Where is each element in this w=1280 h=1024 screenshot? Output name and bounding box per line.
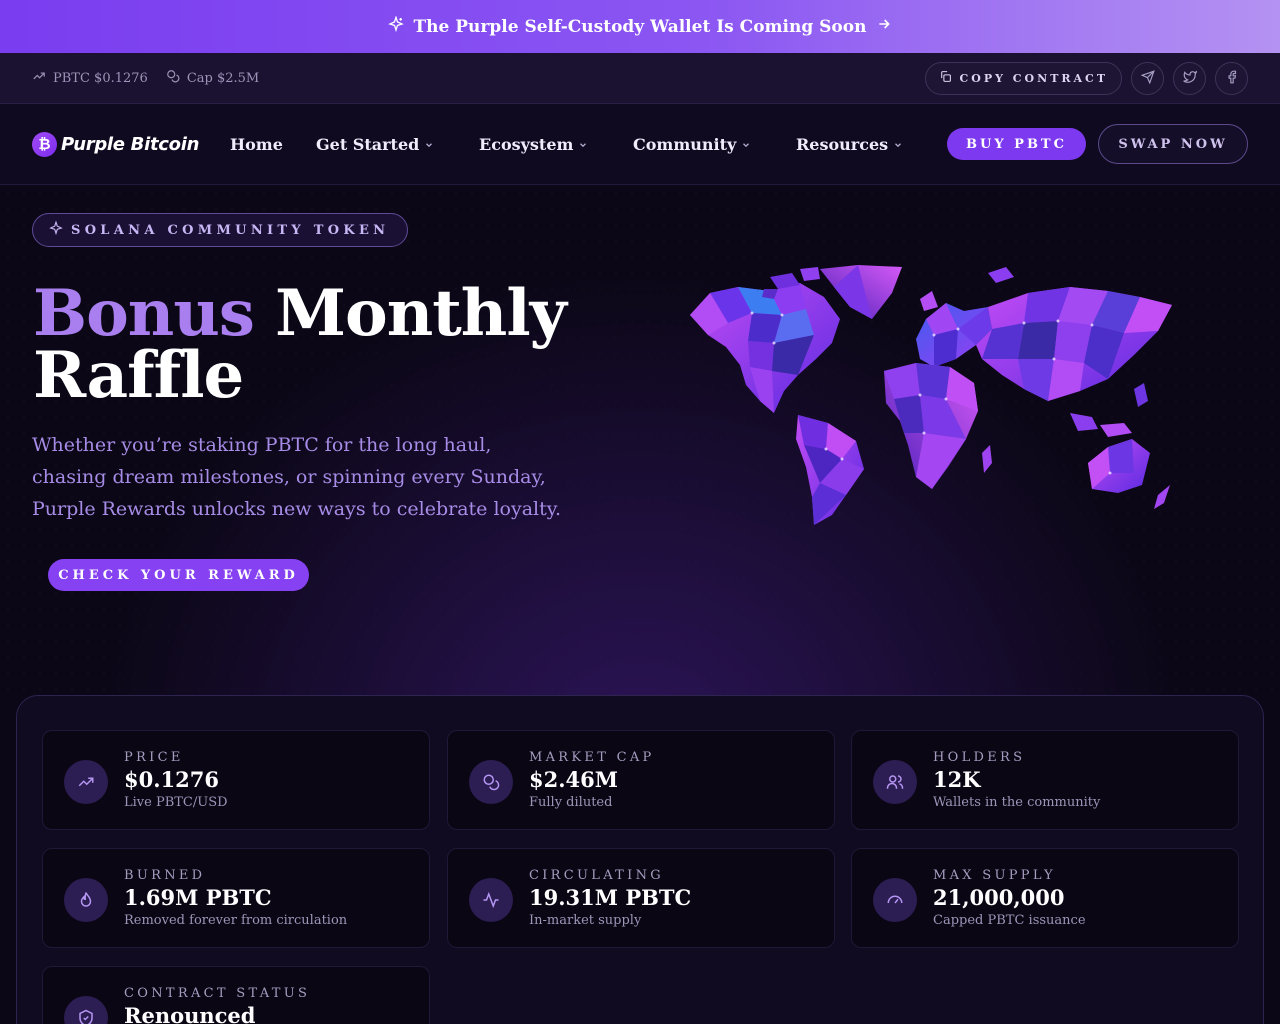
chevron-down-icon — [578, 135, 588, 154]
stat-value: 12K — [933, 767, 981, 792]
stat-subtext: Removed forever from circulation — [124, 913, 348, 928]
logo-text: Purple Bitcoin — [61, 133, 200, 155]
sparkle-icon — [49, 220, 63, 239]
nav-home[interactable]: Home — [230, 135, 283, 154]
shield-check-icon — [64, 996, 108, 1024]
stat-value: 1.69M PBTC — [124, 885, 272, 910]
stat-label: MARKET CAP — [529, 750, 655, 765]
stat-value: Renounced — [124, 1003, 256, 1024]
solana-token-badge: SOLANA COMMUNITY TOKEN — [32, 213, 409, 247]
price-ticker: PBTC $0.1276 — [32, 69, 148, 87]
facebook-icon — [1225, 69, 1239, 88]
headline-line2: Raffle — [33, 338, 244, 413]
stat-value: $2.46M — [529, 767, 619, 792]
stat-subtext: Capped PBTC issuance — [933, 913, 1086, 928]
coins-icon — [469, 760, 513, 804]
nav-community-label: Community — [633, 135, 737, 154]
stat-card-market-cap: MARKET CAP $2.46M Fully diluted — [447, 730, 835, 830]
stat-label: PRICE — [124, 750, 184, 765]
stat-label: BURNED — [124, 868, 206, 883]
stat-label: MAX SUPPLY — [933, 868, 1056, 883]
nav-home-label: Home — [230, 135, 283, 154]
nav-resources-label: Resources — [796, 135, 889, 154]
copy-contract-button[interactable]: COPY CONTRACT — [924, 61, 1122, 95]
stat-value: 21,000,000 — [933, 885, 1065, 910]
stat-value: 19.31M PBTC — [529, 885, 692, 910]
activity-icon — [469, 878, 513, 922]
buy-pbtc-button[interactable]: BUY PBTC — [947, 128, 1086, 160]
headline-rest: Monthly — [275, 276, 567, 351]
arrow-right-icon — [876, 16, 892, 37]
main-navigation: ₿ Purple Bitcoin Home Get Started Ecosys… — [0, 104, 1280, 185]
facebook-button[interactable] — [1215, 61, 1248, 95]
announcement-banner[interactable]: The Purple Self-Custody Wallet Is Coming… — [0, 0, 1280, 53]
stat-card-price: PRICE $0.1276 Live PBTC/USD — [42, 730, 430, 830]
sparkle-icon — [387, 15, 404, 37]
trending-up-icon — [64, 760, 108, 804]
chevron-down-icon — [424, 135, 434, 154]
telegram-button[interactable] — [1131, 61, 1164, 95]
swap-now-button[interactable]: SWAP NOW — [1098, 124, 1248, 164]
hero-section: SOLANA COMMUNITY TOKEN Bonus Monthly Raf… — [0, 185, 1280, 696]
hero-subtext: Whether you’re staking PBTC for the long… — [32, 434, 561, 520]
cap-ticker-text: Cap $2.5M — [186, 70, 260, 86]
stat-value: $0.1276 — [124, 767, 219, 792]
nav-get-started-label: Get Started — [316, 135, 420, 154]
users-icon — [873, 760, 917, 804]
flame-icon — [64, 878, 108, 922]
price-ticker-text: PBTC $0.1276 — [53, 70, 148, 86]
stat-subtext: Wallets in the community — [933, 795, 1101, 810]
stat-card-burned: BURNED 1.69M PBTC Removed forever from c… — [42, 848, 430, 948]
logo[interactable]: ₿ Purple Bitcoin — [32, 131, 200, 157]
stat-subtext: Fully diluted — [529, 795, 613, 810]
chevron-down-icon — [741, 135, 751, 154]
coins-icon — [166, 69, 180, 87]
twitter-button[interactable] — [1173, 61, 1206, 95]
stat-card-circulating: CIRCULATING 19.31M PBTC In-market supply — [447, 848, 835, 948]
gauge-icon — [873, 878, 917, 922]
telegram-icon — [1140, 69, 1155, 88]
stat-card-contract-status: CONTRACT STATUS Renounced — [42, 966, 430, 1024]
world-map-illustration — [690, 265, 1172, 525]
stat-label: CIRCULATING — [529, 868, 664, 883]
nav-community[interactable]: Community — [633, 135, 751, 154]
copy-icon — [939, 70, 952, 86]
check-reward-button[interactable]: CHECK YOUR REWARD — [48, 559, 309, 591]
nav-ecosystem[interactable]: Ecosystem — [479, 135, 588, 154]
trending-up-icon — [32, 69, 46, 87]
stat-subtext: Live PBTC/USD — [124, 795, 228, 810]
stat-label: HOLDERS — [933, 750, 1026, 765]
chevron-down-icon — [893, 135, 903, 154]
cap-ticker: Cap $2.5M — [166, 69, 259, 87]
nav-resources[interactable]: Resources — [796, 135, 903, 154]
token-stats-panel: PRICE $0.1276 Live PBTC/USD MARKET CAP $… — [16, 695, 1264, 1024]
twitter-icon — [1182, 69, 1197, 88]
copy-contract-label: COPY CONTRACT — [959, 71, 1108, 85]
badge-label: SOLANA COMMUNITY TOKEN — [71, 222, 390, 238]
hero-headline: Bonus Monthly Raffle — [33, 282, 593, 408]
stat-card-max-supply: MAX SUPPLY 21,000,000 Capped PBTC issuan… — [851, 848, 1239, 948]
stat-card-holders: HOLDERS 12K Wallets in the community — [851, 730, 1239, 830]
stat-subtext: In-market supply — [529, 913, 642, 928]
nav-get-started[interactable]: Get Started — [316, 135, 434, 154]
bitcoin-logo-icon: ₿ — [32, 131, 57, 157]
ticker-bar: PBTC $0.1276 Cap $2.5M COPY CONTRACT — [0, 53, 1280, 104]
nav-ecosystem-label: Ecosystem — [479, 135, 574, 154]
announcement-text: The Purple Self-Custody Wallet Is Coming… — [413, 16, 867, 37]
stat-label: CONTRACT STATUS — [124, 986, 311, 1001]
